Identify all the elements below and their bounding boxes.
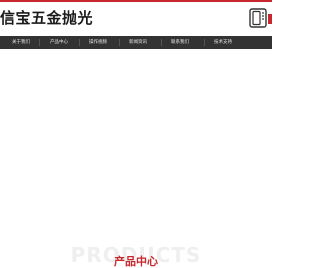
- phone-accent-mark: [268, 14, 272, 24]
- site-header: 信宝五金抛光: [0, 2, 272, 34]
- nav-item-news[interactable]: 新闻资讯: [123, 36, 153, 49]
- hotline-area[interactable]: [249, 8, 272, 30]
- nav-item-support[interactable]: 技术支持: [208, 36, 238, 49]
- nav-divider: [161, 39, 162, 46]
- products-section-header: PRODUCTS 产品中心: [0, 244, 272, 268]
- nav-divider: [119, 39, 120, 46]
- nav-divider: [79, 39, 80, 46]
- nav-divider: [204, 39, 205, 46]
- section-title: 产品中心: [114, 255, 158, 268]
- nav-item-contact[interactable]: 联系我们: [165, 36, 195, 49]
- nav-item-products[interactable]: 产品中心: [44, 36, 74, 49]
- nav-item-videos[interactable]: 操作视频: [83, 36, 113, 49]
- site-logo-text[interactable]: 信宝五金抛光: [0, 9, 93, 27]
- hero-banner: [0, 49, 272, 239]
- nav-divider: [39, 39, 40, 46]
- phone-icon: [249, 8, 267, 28]
- main-nav: 关于我们 产品中心 操作视频 新闻资讯 联系我们 技术支持: [0, 36, 272, 49]
- nav-item-about[interactable]: 关于我们: [6, 36, 36, 49]
